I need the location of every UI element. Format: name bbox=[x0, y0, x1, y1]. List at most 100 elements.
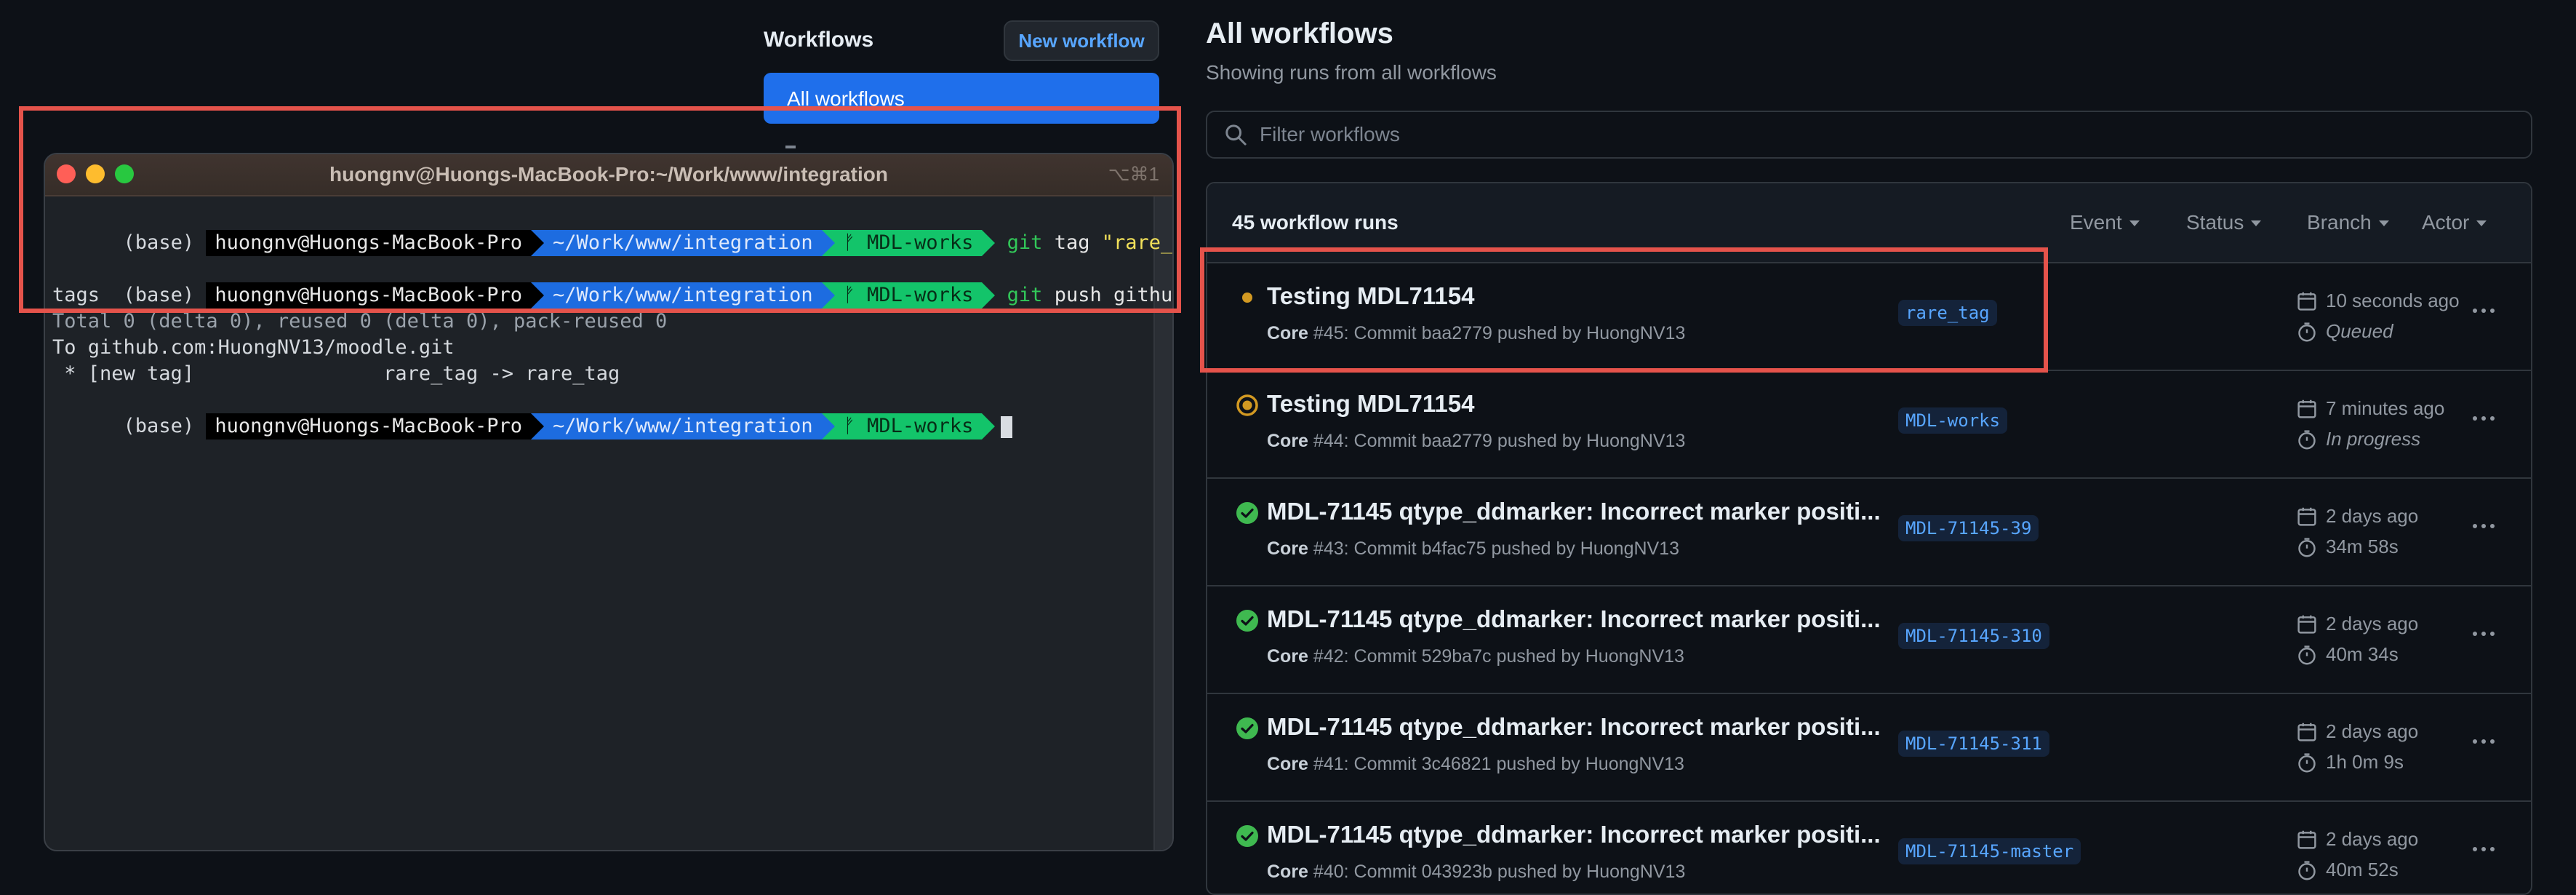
terminal-cursor bbox=[1001, 415, 1013, 438]
command-git: git bbox=[1007, 231, 1043, 254]
calendar-icon bbox=[2297, 292, 2316, 311]
run-title-link[interactable]: MDL-71145 qtype_ddmarker: Incorrect mark… bbox=[1267, 605, 1881, 633]
run-workflow-name: Core bbox=[1267, 646, 1308, 667]
run-duration-text: Queued bbox=[2326, 320, 2393, 342]
terminal-titlebar[interactable]: huongnv@Huongs-MacBook-Pro:~/Work/www/in… bbox=[45, 154, 1172, 196]
check-circle-icon bbox=[1236, 717, 1258, 739]
terminal-output-line: To github.com:HuongNV13/moodle.git bbox=[52, 336, 455, 359]
run-timestamp: 7 minutes ago bbox=[2297, 397, 2444, 420]
run-time-text: 2 days ago bbox=[2326, 505, 2419, 527]
terminal-output-line: Total 0 (delta 0), reused 0 (delta 0), p… bbox=[52, 310, 668, 333]
run-timestamp: 2 days ago bbox=[2297, 505, 2418, 528]
chevron-down-icon bbox=[2378, 220, 2389, 226]
run-commit-info: #40: Commit 043923b pushed by HuongNV13 bbox=[1308, 862, 1686, 882]
run-timestamp: 2 days ago bbox=[2297, 720, 2418, 743]
command-args: push github -- bbox=[1054, 284, 1173, 306]
run-actions-kebab-icon[interactable] bbox=[2473, 739, 2495, 744]
queued-dot-icon bbox=[1242, 293, 1252, 303]
filter-placeholder: Filter workflows bbox=[1260, 123, 1400, 146]
calendar-icon bbox=[2297, 723, 2316, 741]
run-title-link[interactable]: MDL-71145 qtype_ddmarker: Incorrect mark… bbox=[1267, 498, 1881, 525]
run-duration-text: 34m 58s bbox=[2326, 536, 2399, 557]
run-duration: 40m 34s bbox=[2297, 643, 2399, 666]
branch-badge[interactable]: MDL-71145-311 bbox=[1898, 731, 2049, 757]
run-title-link[interactable]: MDL-71145 qtype_ddmarker: Incorrect mark… bbox=[1267, 821, 1881, 848]
prompt-separator-icon bbox=[821, 413, 835, 439]
branch-badge[interactable]: MDL-71145-master bbox=[1898, 838, 2081, 864]
workflow-run-row[interactable]: Testing MDL71154 Core #44: Commit baa277… bbox=[1207, 371, 2531, 479]
branch-filter-dropdown[interactable]: Branch bbox=[2307, 211, 2389, 234]
prompt-separator-icon bbox=[531, 282, 544, 309]
run-duration-text: 40m 52s bbox=[2326, 859, 2399, 880]
run-actions-kebab-icon[interactable] bbox=[2473, 416, 2495, 421]
prompt-separator-icon bbox=[982, 413, 996, 439]
prompt-env: (base) bbox=[123, 231, 195, 254]
run-workflow-name: Core bbox=[1267, 431, 1308, 451]
prompt-separator-icon bbox=[982, 230, 996, 256]
terminal-output[interactable]: (base) huongnv@Huongs-MacBook-Pro ~/Work/… bbox=[52, 199, 1172, 850]
run-title-link[interactable]: Testing MDL71154 bbox=[1267, 282, 1474, 310]
run-actions-kebab-icon[interactable] bbox=[2473, 847, 2495, 851]
workflow-run-row[interactable]: MDL-71145 qtype_ddmarker: Incorrect mark… bbox=[1207, 694, 2531, 802]
prompt-host: huongnv@Huongs-MacBook-Pro bbox=[206, 230, 531, 256]
workflow-runs-list: 45 workflow runs Event Status Branch Act… bbox=[1206, 182, 2532, 895]
run-actions-kebab-icon[interactable] bbox=[2473, 632, 2495, 636]
workflow-run-row[interactable]: MDL-71145 qtype_ddmarker: Incorrect mark… bbox=[1207, 802, 2531, 894]
run-workflow-name: Core bbox=[1267, 323, 1308, 343]
run-title-link[interactable]: Testing MDL71154 bbox=[1267, 390, 1474, 418]
branch-badge[interactable]: rare_tag bbox=[1898, 300, 1997, 326]
command-args: tag bbox=[1042, 231, 1102, 254]
prompt-separator-icon bbox=[531, 230, 544, 256]
prompt-separator-icon bbox=[821, 230, 835, 256]
run-duration-text: In progress bbox=[2326, 428, 2421, 450]
command-git: git bbox=[1007, 284, 1043, 306]
run-duration: In progress bbox=[2297, 428, 2420, 450]
run-actions-kebab-icon[interactable] bbox=[2473, 524, 2495, 528]
calendar-icon bbox=[2297, 507, 2316, 526]
workflow-run-row[interactable]: MDL-71145 qtype_ddmarker: Incorrect mark… bbox=[1207, 479, 2531, 586]
run-time-text: 2 days ago bbox=[2326, 720, 2419, 742]
stopwatch-icon bbox=[2298, 645, 2316, 664]
run-actions-kebab-icon[interactable] bbox=[2473, 309, 2495, 313]
run-title-link[interactable]: MDL-71145 qtype_ddmarker: Incorrect mark… bbox=[1267, 713, 1881, 741]
stopwatch-icon bbox=[2298, 537, 2316, 557]
command-string: "rare_tag" bbox=[1101, 231, 1173, 254]
check-circle-icon bbox=[1236, 610, 1258, 632]
page-title: All workflows bbox=[1206, 17, 1393, 49]
actor-filter-dropdown[interactable]: Actor bbox=[2422, 211, 2487, 234]
all-workflows-nav-item[interactable]: All workflows bbox=[764, 73, 1159, 124]
event-filter-dropdown[interactable]: Event bbox=[2070, 211, 2140, 234]
search-icon bbox=[1225, 124, 1247, 146]
workflow-run-row[interactable]: Testing MDL71154 Core #45: Commit baa277… bbox=[1207, 263, 2531, 371]
run-workflow-name: Core bbox=[1267, 862, 1308, 882]
prompt-host: huongnv@Huongs-MacBook-Pro bbox=[206, 282, 531, 309]
run-timestamp: 2 days ago bbox=[2297, 828, 2418, 851]
run-time-text: 7 minutes ago bbox=[2326, 397, 2445, 419]
filter-label: Actor bbox=[2422, 211, 2470, 234]
terminal-prompt-line: (base) huongnv@Huongs-MacBook-Pro ~/Work/… bbox=[52, 387, 1013, 439]
chevron-down-icon bbox=[2251, 220, 2262, 226]
filter-workflows-input[interactable]: Filter workflows bbox=[1206, 111, 2532, 159]
prompt-env: (base) bbox=[123, 415, 195, 437]
branch-badge[interactable]: MDL-71145-39 bbox=[1898, 515, 2039, 541]
prompt-separator-icon bbox=[821, 282, 835, 309]
run-duration: 40m 52s bbox=[2297, 859, 2399, 881]
branch-badge[interactable]: MDL-71145-310 bbox=[1898, 623, 2049, 649]
filter-label: Event bbox=[2070, 211, 2122, 234]
check-circle-icon bbox=[1236, 502, 1258, 524]
prompt-path: ~/Work/www/integration bbox=[544, 282, 822, 309]
run-timestamp: 10 seconds ago bbox=[2297, 290, 2460, 312]
run-timestamp: 2 days ago bbox=[2297, 613, 2418, 635]
prompt-separator-icon bbox=[982, 282, 996, 309]
branch-badge[interactable]: MDL-works bbox=[1898, 407, 2008, 434]
run-duration: 1h 0m 9s bbox=[2297, 751, 2404, 773]
calendar-icon bbox=[2297, 615, 2316, 634]
stopwatch-icon bbox=[2298, 860, 2316, 880]
run-meta: Core #40: Commit 043923b pushed by Huong… bbox=[1267, 862, 1685, 883]
terminal-window[interactable]: huongnv@Huongs-MacBook-Pro:~/Work/www/in… bbox=[44, 153, 1174, 851]
new-workflow-button[interactable]: New workflow bbox=[1004, 20, 1159, 61]
run-commit-info: #42: Commit 529ba7c pushed by HuongNV13 bbox=[1308, 646, 1684, 667]
terminal-title: huongnv@Huongs-MacBook-Pro:~/Work/www/in… bbox=[329, 163, 888, 186]
status-filter-dropdown[interactable]: Status bbox=[2186, 211, 2262, 234]
workflow-run-row[interactable]: MDL-71145 qtype_ddmarker: Incorrect mark… bbox=[1207, 586, 2531, 694]
